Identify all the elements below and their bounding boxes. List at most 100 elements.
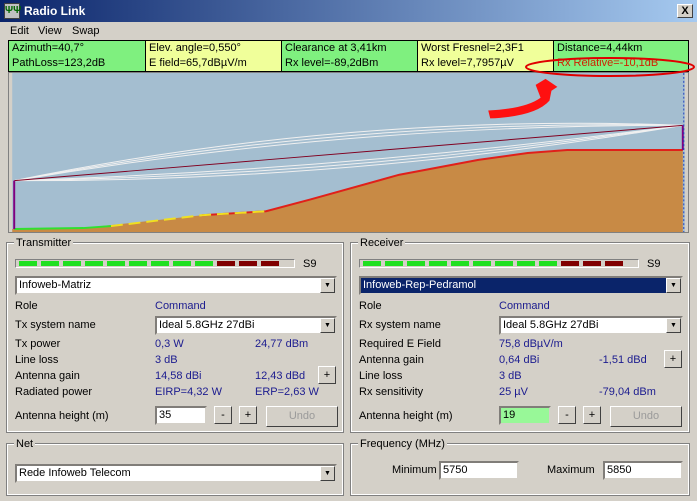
- tx-site-value: Infoweb-Matriz: [19, 279, 92, 291]
- rx-height-minus-button[interactable]: -: [558, 406, 576, 424]
- annotation-circle: [525, 57, 695, 77]
- meter-segment: [239, 261, 257, 266]
- receiver-legend: Receiver: [358, 237, 406, 249]
- frequency-min-label: Minimum: [392, 464, 437, 476]
- clearance: Clearance at 3,41km: [282, 41, 417, 56]
- tx-height-minus-button[interactable]: -: [214, 406, 232, 424]
- menu-edit[interactable]: Edit: [10, 25, 29, 37]
- chevron-down-icon[interactable]: ▼: [320, 318, 335, 333]
- rx-system-select[interactable]: Ideal 5.8GHz 27dBi ▼: [499, 316, 683, 335]
- chevron-down-icon[interactable]: ▼: [320, 278, 335, 293]
- meter-segment: [517, 261, 535, 266]
- elevation-angle: Elev. angle=0,550°: [146, 41, 281, 56]
- net-value: Rede Infoweb Telecom: [19, 467, 131, 479]
- tx-eirp: EIRP=4,32 W: [155, 386, 222, 398]
- meter-segment: [63, 261, 81, 266]
- rx-meter-label: S9: [647, 258, 661, 270]
- rx-height-label: Antenna height (m): [359, 410, 453, 422]
- meter-segment: [561, 261, 579, 266]
- rx-undo-button[interactable]: Undo: [610, 406, 682, 427]
- meter-segment: [539, 261, 557, 266]
- meter-segment: [583, 261, 601, 266]
- meter-segment: [385, 261, 403, 266]
- rx-role: Command: [499, 300, 550, 312]
- rx-line-loss-label: Line loss: [359, 370, 403, 382]
- azimuth: Azimuth=40,7°: [9, 41, 145, 56]
- meter-segment: [151, 261, 169, 266]
- net-group: Net Rede Infoweb Telecom ▼: [6, 438, 344, 496]
- rx-system-label: Rx system name: [359, 319, 441, 331]
- meter-segment: [605, 261, 623, 266]
- tx-gain-label: Antenna gain: [15, 370, 80, 382]
- meter-segment: [41, 261, 59, 266]
- rx-system-value: Ideal 5.8GHz 27dBi: [503, 319, 599, 331]
- path-loss: PathLoss=123,2dB: [9, 56, 145, 71]
- rx-sensitivity-label: Rx sensitivity: [359, 386, 424, 398]
- tx-undo-button[interactable]: Undo: [266, 406, 338, 427]
- window-title: Radio Link: [24, 4, 86, 18]
- rx-gain-label: Antenna gain: [359, 354, 424, 366]
- tx-height-label: Antenna height (m): [15, 410, 109, 422]
- frequency-max-input[interactable]: 5850: [603, 461, 683, 480]
- tx-erp: ERP=2,63 W: [255, 386, 319, 398]
- tx-gain-plus-button[interactable]: +: [318, 366, 336, 384]
- transmitter-group: Transmitter S9 Infoweb-Matriz ▼ Role Comm…: [6, 237, 344, 433]
- meter-segment: [363, 261, 381, 266]
- rx-signal-meter: [359, 259, 639, 268]
- meter-segment: [195, 261, 213, 266]
- rx-gain-plus-button[interactable]: +: [664, 350, 682, 368]
- meter-segment: [19, 261, 37, 266]
- rx-site-select[interactable]: Infoweb-Rep-Pedramol ▼: [359, 276, 683, 295]
- chevron-down-icon[interactable]: ▼: [666, 278, 681, 293]
- tx-line-loss: 3 dB: [155, 354, 178, 366]
- distance: Distance=4,44km: [554, 41, 688, 56]
- tx-site-select[interactable]: Infoweb-Matriz ▼: [15, 276, 337, 295]
- tx-radiated-label: Radiated power: [15, 386, 93, 398]
- rx-height-plus-button[interactable]: +: [583, 406, 601, 424]
- rx-height-input[interactable]: 19: [499, 406, 551, 425]
- tx-gain-dbi: 14,58 dBi: [155, 370, 202, 382]
- tx-gain-dbd: 12,43 dBd: [255, 370, 306, 382]
- frequency-legend: Frequency (MHz): [358, 438, 447, 450]
- tx-height-plus-button[interactable]: +: [239, 406, 257, 424]
- meter-segment: [173, 261, 191, 266]
- frequency-min-input[interactable]: 5750: [439, 461, 519, 480]
- rx-sensitivity-dbm: -79,04 dBm: [599, 386, 656, 398]
- e-field: E field=65,7dBµV/m: [146, 56, 281, 71]
- meter-segment: [429, 261, 447, 266]
- net-select[interactable]: Rede Infoweb Telecom ▼: [15, 464, 337, 483]
- meter-segment: [495, 261, 513, 266]
- tx-system-select[interactable]: Ideal 5.8GHz 27dBi ▼: [155, 316, 337, 335]
- rx-line-loss: 3 dB: [499, 370, 522, 382]
- tx-line-loss-label: Line loss: [15, 354, 59, 366]
- title-bar: ΨΨ Radio Link X: [0, 0, 697, 22]
- meter-segment: [129, 261, 147, 266]
- rx-field-label: Required E Field: [359, 338, 441, 350]
- meter-segment: [85, 261, 103, 266]
- close-button[interactable]: X: [677, 4, 693, 18]
- tx-height-input[interactable]: 35: [155, 406, 207, 425]
- app-antenna-icon: ΨΨ: [4, 3, 21, 19]
- meter-segment: [451, 261, 469, 266]
- worst-fresnel: Worst Fresnel=2,3F1: [418, 41, 553, 56]
- meter-segment: [261, 261, 279, 266]
- meter-segment: [217, 261, 235, 266]
- chevron-down-icon[interactable]: ▼: [320, 466, 335, 481]
- tx-power-w: 0,3 W: [155, 338, 184, 350]
- tx-signal-meter: [15, 259, 295, 268]
- tx-system-value: Ideal 5.8GHz 27dBi: [159, 319, 255, 331]
- rx-gain-dbd: -1,51 dBd: [599, 354, 647, 366]
- menu-swap[interactable]: Swap: [72, 25, 100, 37]
- transmitter-legend: Transmitter: [14, 237, 74, 249]
- menu-view[interactable]: View: [38, 25, 62, 37]
- tx-role-label: Role: [15, 300, 38, 312]
- terrain-profile: [8, 72, 689, 233]
- meter-segment: [107, 261, 125, 266]
- rx-level-dbm: Rx level=-89,2dBm: [282, 56, 417, 71]
- frequency-group: Frequency (MHz) Minimum 5750 Maximum 585…: [350, 438, 690, 496]
- tx-power-label: Tx power: [15, 338, 61, 350]
- tx-role: Command: [155, 300, 206, 312]
- tx-power-dbm: 24,77 dBm: [255, 338, 309, 350]
- chevron-down-icon[interactable]: ▼: [666, 318, 681, 333]
- net-legend: Net: [14, 438, 36, 450]
